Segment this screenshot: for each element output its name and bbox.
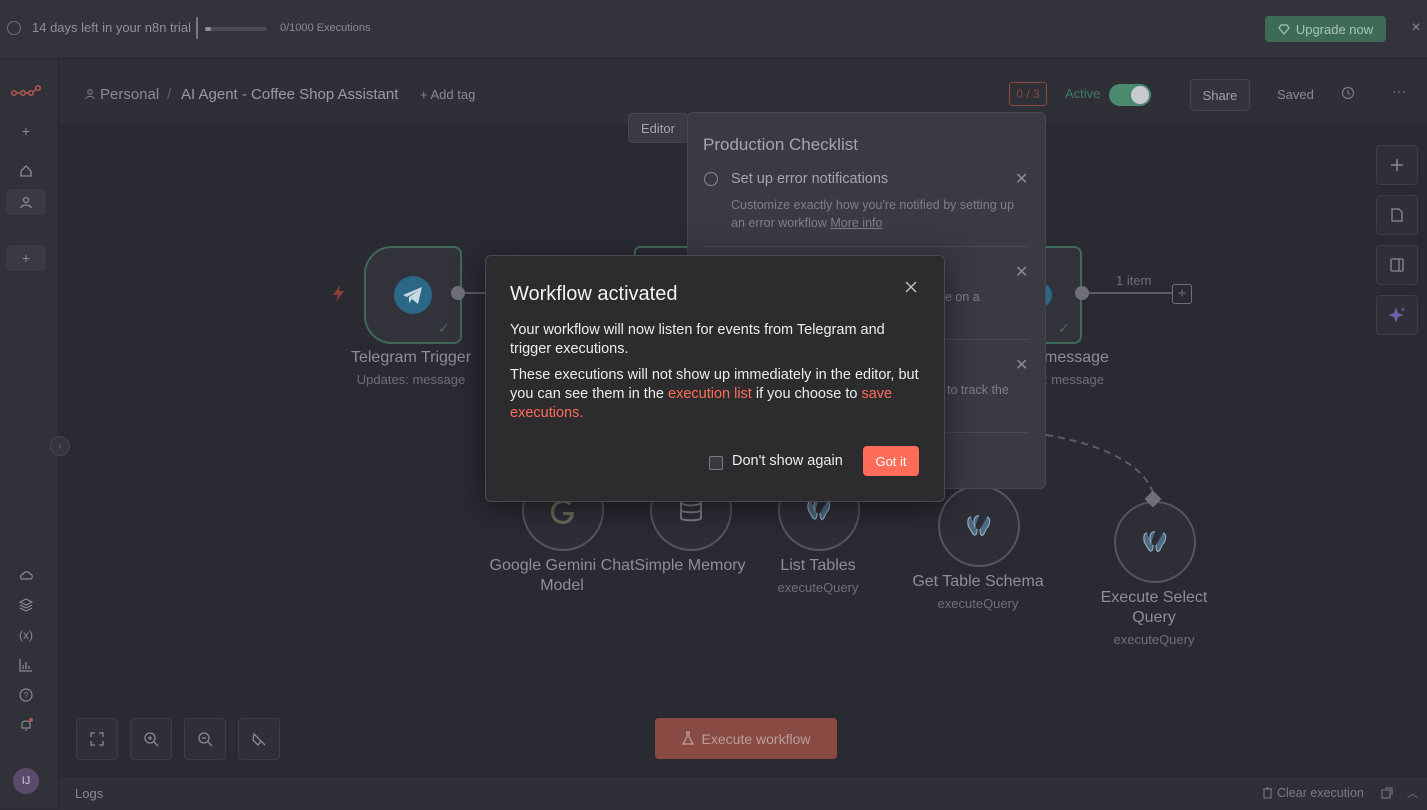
zoom-in-icon[interactable] — [130, 718, 172, 760]
ai-sparkle-icon[interactable] — [1376, 295, 1418, 335]
table-schema-node[interactable] — [938, 485, 1020, 567]
modal-message: Your workflow will now listen for events… — [510, 322, 885, 357]
memory-label: Simple Memory — [634, 557, 746, 574]
list-tables-sub: executeQuery — [777, 580, 859, 595]
select-query-node[interactable] — [1114, 501, 1196, 583]
gemini-label-line2: Model — [540, 577, 584, 594]
telegram-trigger-node[interactable]: ✓ — [364, 246, 462, 344]
divider — [703, 246, 1029, 247]
checklist-item-partial: to track the — [947, 383, 1009, 397]
dont-show-again-label[interactable]: Don't show again — [732, 453, 843, 469]
send-message-sub: : message — [1044, 372, 1104, 387]
dont-show-again-checkbox[interactable] — [709, 456, 723, 470]
checklist-title: Production Checklist — [703, 135, 858, 154]
postgres-icon — [1141, 529, 1169, 557]
tidy-up-icon[interactable] — [238, 718, 280, 760]
telegram-trigger-label: Telegram Trigger — [350, 349, 472, 366]
zoom-out-icon[interactable] — [184, 718, 226, 760]
sticky-note-icon[interactable] — [1376, 195, 1418, 235]
success-check-icon: ✓ — [1058, 320, 1070, 336]
workflow-activated-modal: Workflow activated Your workflow will no… — [485, 255, 945, 502]
table-schema-label: Get Table Schema — [912, 573, 1044, 590]
modal-note-text: if you choose to — [751, 386, 862, 402]
table-schema-sub: executeQuery — [937, 596, 1019, 611]
panel-icon[interactable] — [1376, 245, 1418, 285]
telegram-icon — [393, 275, 433, 315]
success-check-icon: ✓ — [438, 320, 450, 336]
checkbox-circle-icon[interactable] — [704, 172, 718, 186]
flask-icon — [681, 731, 694, 746]
execute-workflow-button[interactable]: Execute workflow — [655, 718, 837, 759]
logs-bar[interactable]: Logs Clear execution ︿ — [59, 776, 1427, 810]
add-node-icon[interactable] — [1376, 145, 1418, 185]
fit-view-icon[interactable] — [76, 718, 118, 760]
close-icon[interactable]: ✕ — [1015, 262, 1028, 282]
clear-execution-button[interactable]: Clear execution — [1277, 786, 1364, 800]
got-it-button[interactable]: Got it — [863, 446, 919, 476]
close-icon[interactable]: ✕ — [1015, 169, 1028, 189]
popout-icon[interactable] — [1381, 787, 1393, 799]
modal-title: Workflow activated — [510, 283, 678, 305]
logs-label[interactable]: Logs — [75, 786, 103, 801]
checklist-item-partial: e on a — [945, 290, 980, 304]
tab-editor[interactable]: Editor — [628, 113, 688, 143]
add-node-button[interactable]: + — [1172, 284, 1192, 304]
output-handle[interactable] — [1075, 286, 1089, 300]
output-handle[interactable] — [451, 286, 465, 300]
close-icon[interactable] — [904, 280, 918, 294]
checklist-item-desc: Customize exactly how you're notified by… — [731, 196, 1016, 232]
more-info-link[interactable]: More info — [830, 216, 882, 230]
modal-note: These executions will not show up immedi… — [510, 366, 930, 423]
trash-icon[interactable] — [1262, 787, 1273, 799]
execute-workflow-label: Execute workflow — [701, 730, 811, 747]
send-message-label: message — [1044, 349, 1109, 366]
telegram-trigger-sub: Updates: message — [356, 372, 466, 387]
checklist-item-title: Set up error notifications — [731, 171, 889, 187]
select-query-label-line2: Query — [1132, 609, 1176, 626]
list-tables-label: List Tables — [780, 557, 856, 574]
select-query-sub: executeQuery — [1113, 632, 1195, 647]
execution-list-link[interactable]: execution list — [668, 386, 752, 402]
select-query-label-line1: Execute Select — [1100, 589, 1208, 606]
postgres-icon — [965, 513, 993, 541]
items-count: 1 item — [1116, 273, 1152, 288]
chevron-up-icon[interactable]: ︿ — [1407, 785, 1418, 801]
close-icon[interactable]: ✕ — [1015, 355, 1028, 375]
